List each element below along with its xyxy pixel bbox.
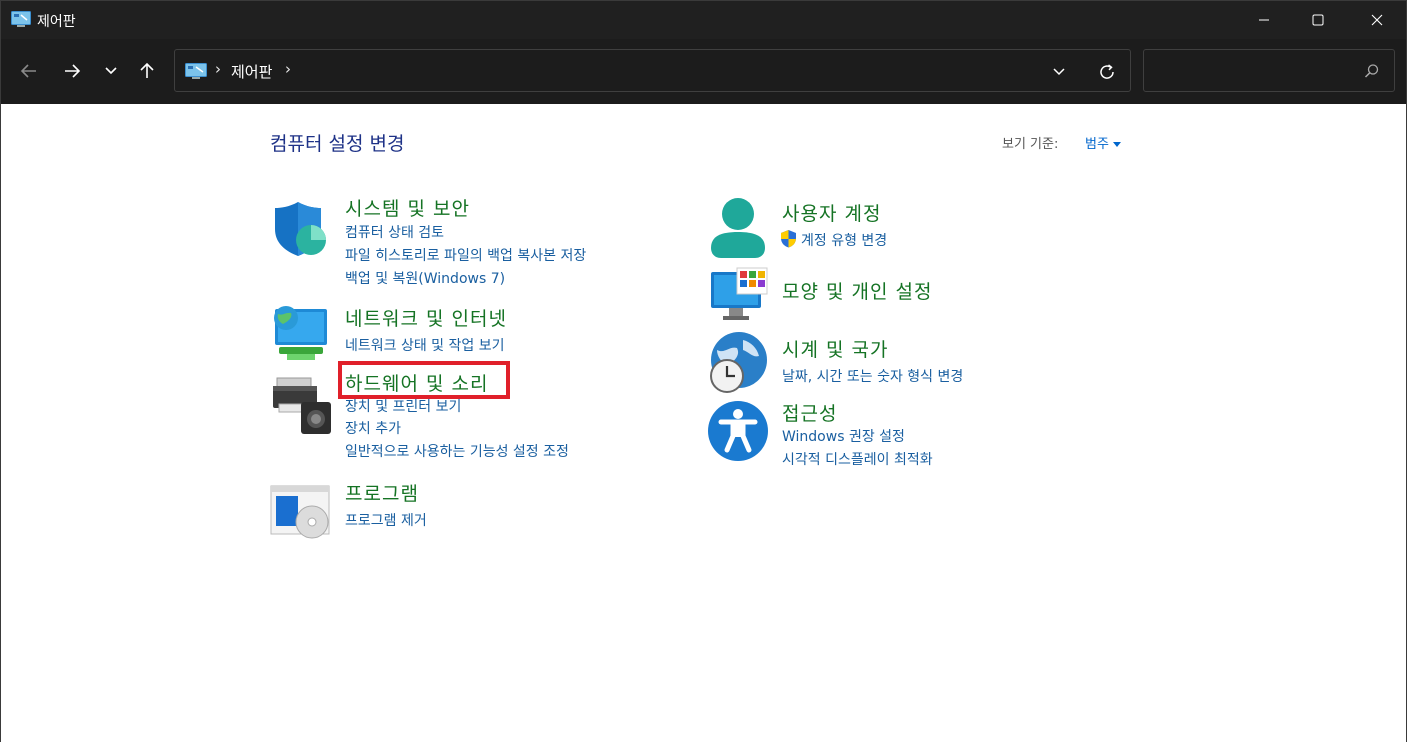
globe-monitor-icon[interactable] [269, 304, 329, 364]
chevron-down-icon [105, 67, 117, 75]
category-appearance[interactable]: 모양 및 개인 설정 [782, 277, 932, 304]
address-bar[interactable]: › 제어판 › [174, 49, 1131, 92]
control-panel-icon [11, 11, 31, 27]
link-change-account-type[interactable]: 계정 유형 변경 [801, 230, 887, 250]
chevron-down-icon [1053, 68, 1065, 76]
monitor-tiles-icon[interactable] [709, 266, 769, 326]
category-programs[interactable]: 프로그램 [345, 479, 419, 506]
link-add-device[interactable]: 장치 추가 [345, 418, 401, 438]
back-button[interactable] [13, 55, 45, 87]
control-panel-window: 제어판 › 제어판 › 컴퓨터 설정 변경 보기 기준: 범주 시스템 및 보안… [0, 0, 1407, 742]
arrow-up-icon [140, 62, 154, 78]
category-network-internet[interactable]: 네트워크 및 인터넷 [345, 304, 507, 331]
link-date-time-format[interactable]: 날짜, 시간 또는 숫자 형식 변경 [782, 366, 963, 386]
view-by-label: 보기 기준: [1002, 137, 1059, 152]
title-bar: 제어판 [1, 1, 1406, 39]
link-review-computer-status[interactable]: 컴퓨터 상태 검토 [345, 222, 444, 242]
link-file-history[interactable]: 파일 히스토리로 파일의 백업 복사본 저장 [345, 245, 586, 265]
printer-speaker-icon[interactable] [271, 376, 331, 436]
category-accessibility[interactable]: 접근성 [782, 399, 837, 426]
maximize-icon [1312, 14, 1324, 26]
programs-disc-icon[interactable] [270, 482, 330, 542]
close-button[interactable] [1350, 1, 1404, 39]
category-system-security[interactable]: 시스템 및 보안 [345, 194, 470, 221]
address-dropdown-button[interactable] [1045, 60, 1073, 84]
navigation-bar: › 제어판 › [1, 39, 1406, 104]
arrow-left-icon [20, 64, 36, 78]
uac-shield-icon [780, 229, 797, 248]
link-backup-restore[interactable]: 백업 및 복원(Windows 7) [345, 268, 505, 288]
shield-icon[interactable] [271, 199, 331, 259]
control-panel-icon [185, 63, 207, 79]
content-area: 컴퓨터 설정 변경 보기 기준: 범주 시스템 및 보안 컴퓨터 상태 검토 파… [1, 104, 1406, 742]
user-icon[interactable] [707, 196, 767, 258]
recent-locations-button[interactable] [95, 55, 127, 87]
view-by-value[interactable]: 범주 [1085, 137, 1109, 152]
link-devices-printers[interactable]: 장치 및 프린터 보기 [345, 396, 461, 416]
window-title: 제어판 [37, 14, 76, 30]
view-by-dropdown[interactable]: 범주 [1085, 133, 1121, 152]
up-button[interactable] [131, 55, 163, 87]
link-network-status[interactable]: 네트워크 상태 및 작업 보기 [345, 335, 504, 355]
link-recommended-settings[interactable]: Windows 권장 설정 [782, 426, 905, 446]
clock-globe-icon[interactable] [707, 332, 767, 393]
breadcrumb-separator[interactable]: › [285, 60, 291, 78]
search-input[interactable] [1143, 49, 1395, 92]
breadcrumb-separator[interactable]: › [215, 60, 221, 78]
close-icon [1371, 14, 1383, 26]
arrow-right-icon [65, 64, 81, 78]
refresh-icon [1100, 64, 1114, 79]
maximize-button[interactable] [1291, 1, 1345, 39]
minimize-button[interactable] [1237, 1, 1291, 39]
breadcrumb-control-panel[interactable]: 제어판 [231, 61, 272, 82]
link-uninstall-program[interactable]: 프로그램 제거 [345, 510, 427, 530]
refresh-button[interactable] [1093, 58, 1121, 86]
category-clock-region[interactable]: 시계 및 국가 [782, 335, 888, 362]
link-optimize-display[interactable]: 시각적 디스플레이 최적화 [782, 449, 933, 469]
search-icon [1364, 63, 1380, 79]
page-title: 컴퓨터 설정 변경 [270, 133, 405, 155]
accessibility-icon[interactable] [707, 400, 768, 461]
minimize-icon [1259, 19, 1269, 21]
highlight-box [338, 361, 510, 399]
caret-down-icon [1112, 142, 1121, 147]
link-adjust-settings[interactable]: 일반적으로 사용하는 기능성 설정 조정 [345, 441, 569, 461]
forward-button[interactable] [56, 55, 88, 87]
category-user-accounts[interactable]: 사용자 계정 [782, 199, 881, 226]
